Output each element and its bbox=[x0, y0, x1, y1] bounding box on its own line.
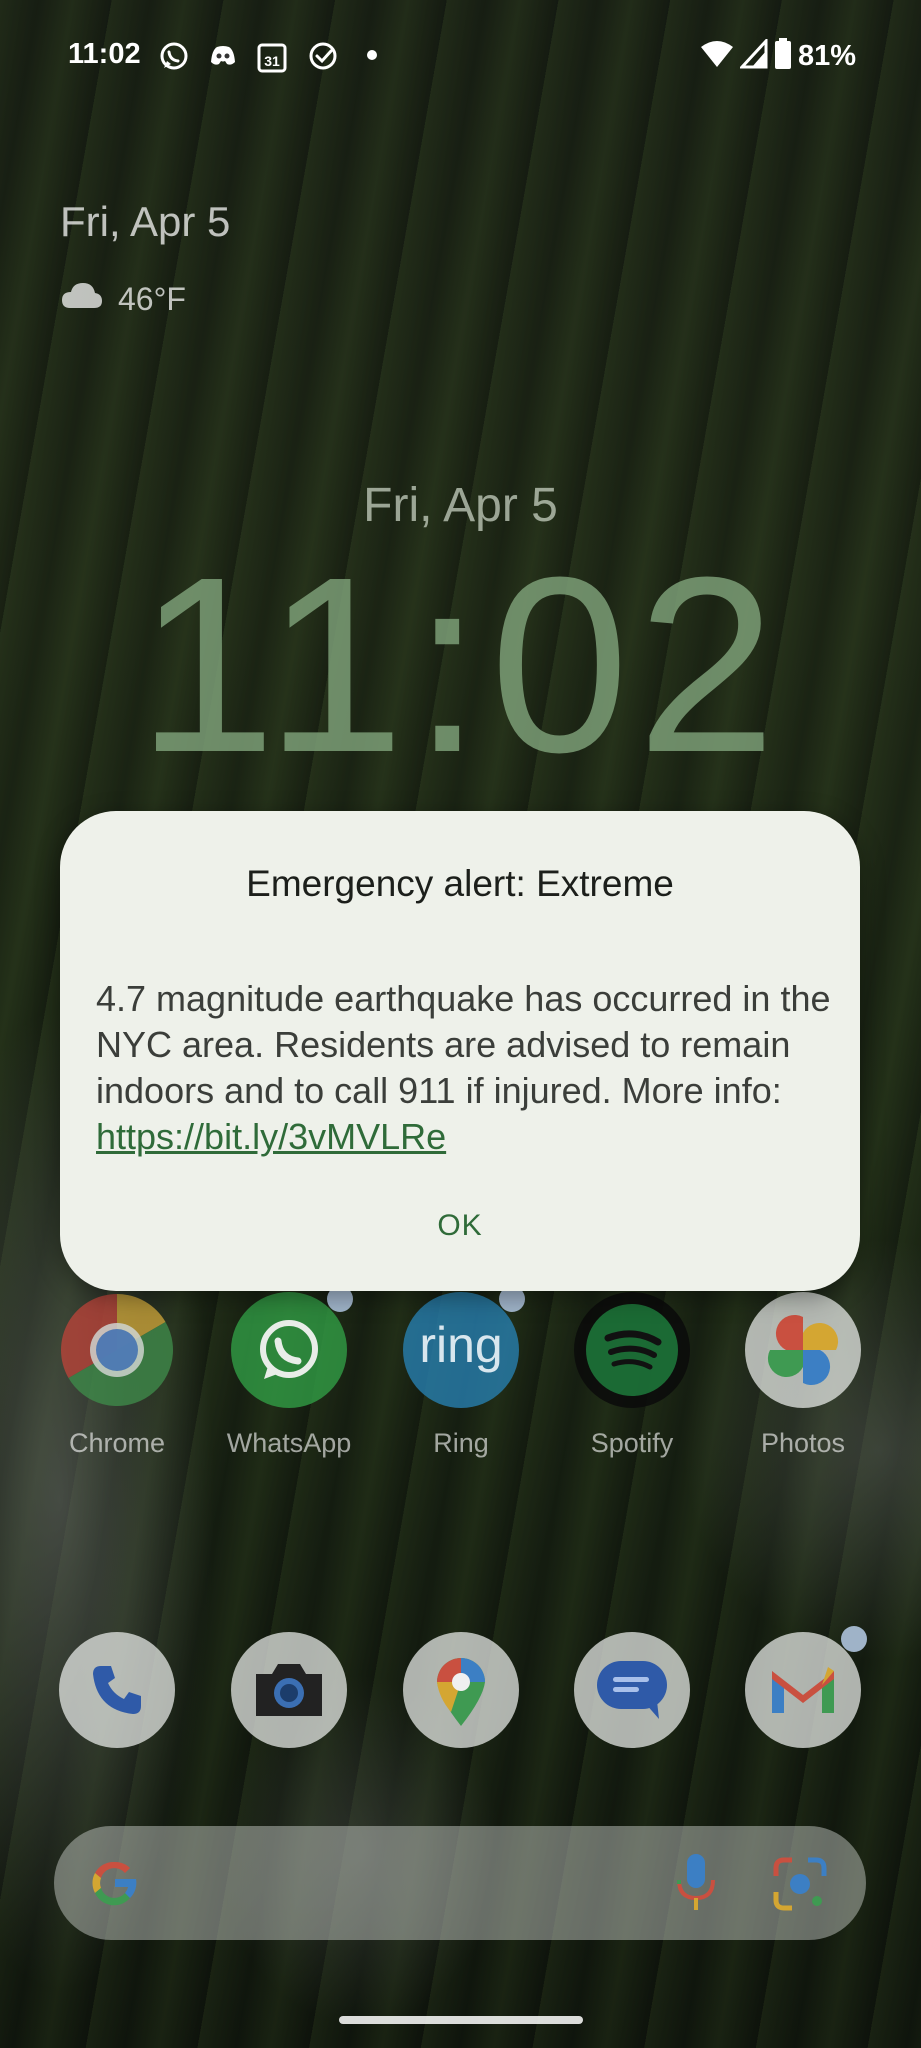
cloud-icon bbox=[60, 280, 104, 318]
discord-icon bbox=[207, 40, 239, 77]
dialog-title: Emergency alert: Extreme bbox=[246, 863, 674, 904]
ring-icon: ring bbox=[403, 1286, 525, 1408]
emergency-alert-dialog: Emergency alert: Extreme 4.7 magnitude e… bbox=[60, 811, 860, 1291]
photos-icon bbox=[745, 1292, 861, 1408]
app-spotify[interactable]: Spotify bbox=[552, 1292, 712, 1459]
status-time: 11:02 bbox=[68, 38, 141, 70]
dock-gmail[interactable] bbox=[723, 1626, 883, 1748]
app-label: WhatsApp bbox=[226, 1428, 352, 1458]
dock-maps[interactable] bbox=[381, 1632, 541, 1748]
status-right: 81% bbox=[700, 37, 856, 75]
weather[interactable]: 46°F bbox=[60, 280, 186, 318]
messages-icon bbox=[574, 1632, 690, 1748]
chrome-icon bbox=[59, 1292, 175, 1408]
app-photos[interactable]: Photos bbox=[723, 1292, 883, 1459]
ok-button[interactable]: OK bbox=[409, 1197, 510, 1255]
battery-percent: 81% bbox=[797, 40, 856, 72]
whatsapp-app-icon bbox=[231, 1286, 353, 1408]
whatsapp-icon bbox=[158, 40, 190, 77]
app-label: Spotify bbox=[590, 1428, 674, 1458]
more-info-link[interactable]: https://bit.ly/3vMVLRe bbox=[96, 1116, 446, 1157]
camera-icon bbox=[231, 1632, 347, 1748]
wifi-icon bbox=[700, 39, 734, 74]
status-bar: 11:02 31 81% bbox=[0, 37, 921, 79]
google-g-icon bbox=[88, 1856, 142, 1915]
calendar-icon: 31 bbox=[256, 40, 288, 79]
app-whatsapp[interactable]: WhatsApp bbox=[209, 1286, 369, 1459]
temperature: 46°F bbox=[118, 280, 186, 317]
maps-icon bbox=[403, 1632, 519, 1748]
app-ring[interactable]: ring Ring bbox=[381, 1286, 541, 1459]
signal-icon bbox=[738, 37, 768, 74]
spotify-icon bbox=[574, 1292, 690, 1408]
tasks-check-icon bbox=[307, 40, 339, 77]
dock-messages[interactable] bbox=[552, 1632, 712, 1748]
phone-icon bbox=[59, 1632, 175, 1748]
app-chrome[interactable]: Chrome bbox=[37, 1292, 197, 1459]
app-label: Ring bbox=[433, 1428, 489, 1458]
mic-icon[interactable] bbox=[674, 1852, 718, 1919]
gesture-nav-handle[interactable] bbox=[339, 2016, 583, 2024]
big-clock: 11:02 bbox=[136, 525, 785, 804]
more-notifications-dot-icon bbox=[366, 48, 378, 66]
dock-phone[interactable] bbox=[37, 1632, 197, 1748]
battery-icon bbox=[774, 38, 792, 75]
lens-icon[interactable] bbox=[772, 1856, 828, 1917]
dialog-body: 4.7 magnitude earthquake has occurred in… bbox=[96, 976, 831, 1160]
search-bar[interactable] bbox=[54, 1826, 866, 1940]
calendar-icon-day: 31 bbox=[264, 53, 280, 69]
dialog-body-text: 4.7 magnitude earthquake has occurred in… bbox=[96, 978, 831, 1111]
app-label: Chrome bbox=[68, 1428, 166, 1458]
dock-camera[interactable] bbox=[209, 1632, 369, 1748]
ring-icon-text: ring bbox=[419, 1317, 503, 1373]
gmail-icon bbox=[745, 1626, 867, 1748]
small-date: Fri, Apr 5 bbox=[60, 198, 231, 245]
app-label: Photos bbox=[760, 1428, 846, 1458]
notification-badge bbox=[841, 1626, 867, 1652]
